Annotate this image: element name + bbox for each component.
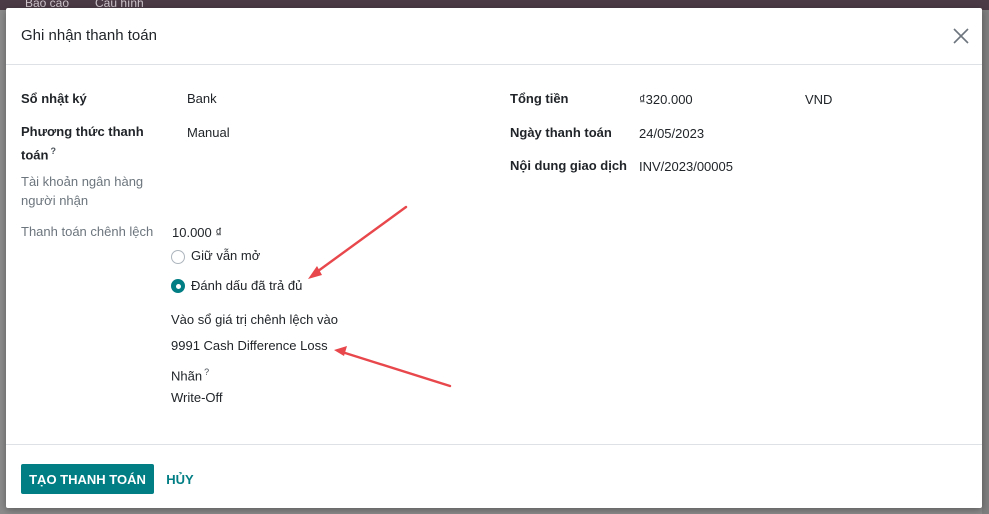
backdrop — [982, 10, 989, 514]
label-label: Nhãn? — [171, 367, 210, 384]
memo-field[interactable]: INV/2023/00005 — [639, 157, 733, 177]
payment-method-label: Phương thức thanh — [21, 124, 144, 139]
writeoff-account-label: Vào sổ giá trị chênh lệch vào — [171, 312, 338, 327]
journal-field[interactable]: Bank — [187, 89, 217, 109]
help-tooltip-icon[interactable]: ? — [50, 146, 56, 156]
recipient-bank-label: Tài khoản ngân hàng — [21, 174, 144, 189]
payment-method-field[interactable]: Manual — [187, 123, 230, 143]
memo-label: Nội dung giao dịch — [510, 158, 627, 173]
currency-field[interactable]: VND — [805, 90, 832, 110]
label-field[interactable]: Write-Off — [171, 388, 223, 408]
payment-difference-label: Thanh toán chênh lệch — [21, 224, 154, 239]
journal-label: Sổ nhật ký — [21, 91, 87, 106]
help-tooltip-icon[interactable]: ? — [204, 367, 209, 377]
create-payment-button[interactable]: TẠO THANH TOÁN — [21, 464, 154, 494]
keep-open-radio[interactable] — [171, 250, 185, 264]
cancel-button[interactable]: HỦY — [158, 464, 202, 494]
recipient-bank-label-line2: người nhận — [21, 193, 89, 208]
payment-method-label-line2: toán? — [21, 146, 56, 163]
keep-open-label[interactable]: Giữ vẫn mở — [191, 246, 260, 266]
close-icon[interactable] — [950, 25, 972, 47]
dialog-header: Ghi nhận thanh toán — [6, 8, 982, 65]
amount-field[interactable]: ₫320.000 — [639, 90, 693, 110]
amount-label: Tổng tiền — [510, 91, 569, 106]
payment-difference-value: 10.000 ₫ — [172, 225, 223, 240]
mark-fully-paid-label[interactable]: Đánh dấu đã trả đủ — [191, 276, 302, 296]
mark-fully-paid-radio[interactable] — [171, 279, 185, 293]
dialog-title: Ghi nhận thanh toán — [21, 27, 157, 44]
payment-date-label: Ngày thanh toán — [510, 125, 612, 140]
register-payment-dialog: Ghi nhận thanh toán Sổ nhật ký Bank Phươ… — [6, 8, 982, 508]
payment-date-field[interactable]: 24/05/2023 — [639, 124, 704, 144]
dialog-footer: TẠO THANH TOÁN HỦY — [6, 444, 982, 509]
writeoff-account-field[interactable]: 9991 Cash Difference Loss — [171, 336, 328, 356]
